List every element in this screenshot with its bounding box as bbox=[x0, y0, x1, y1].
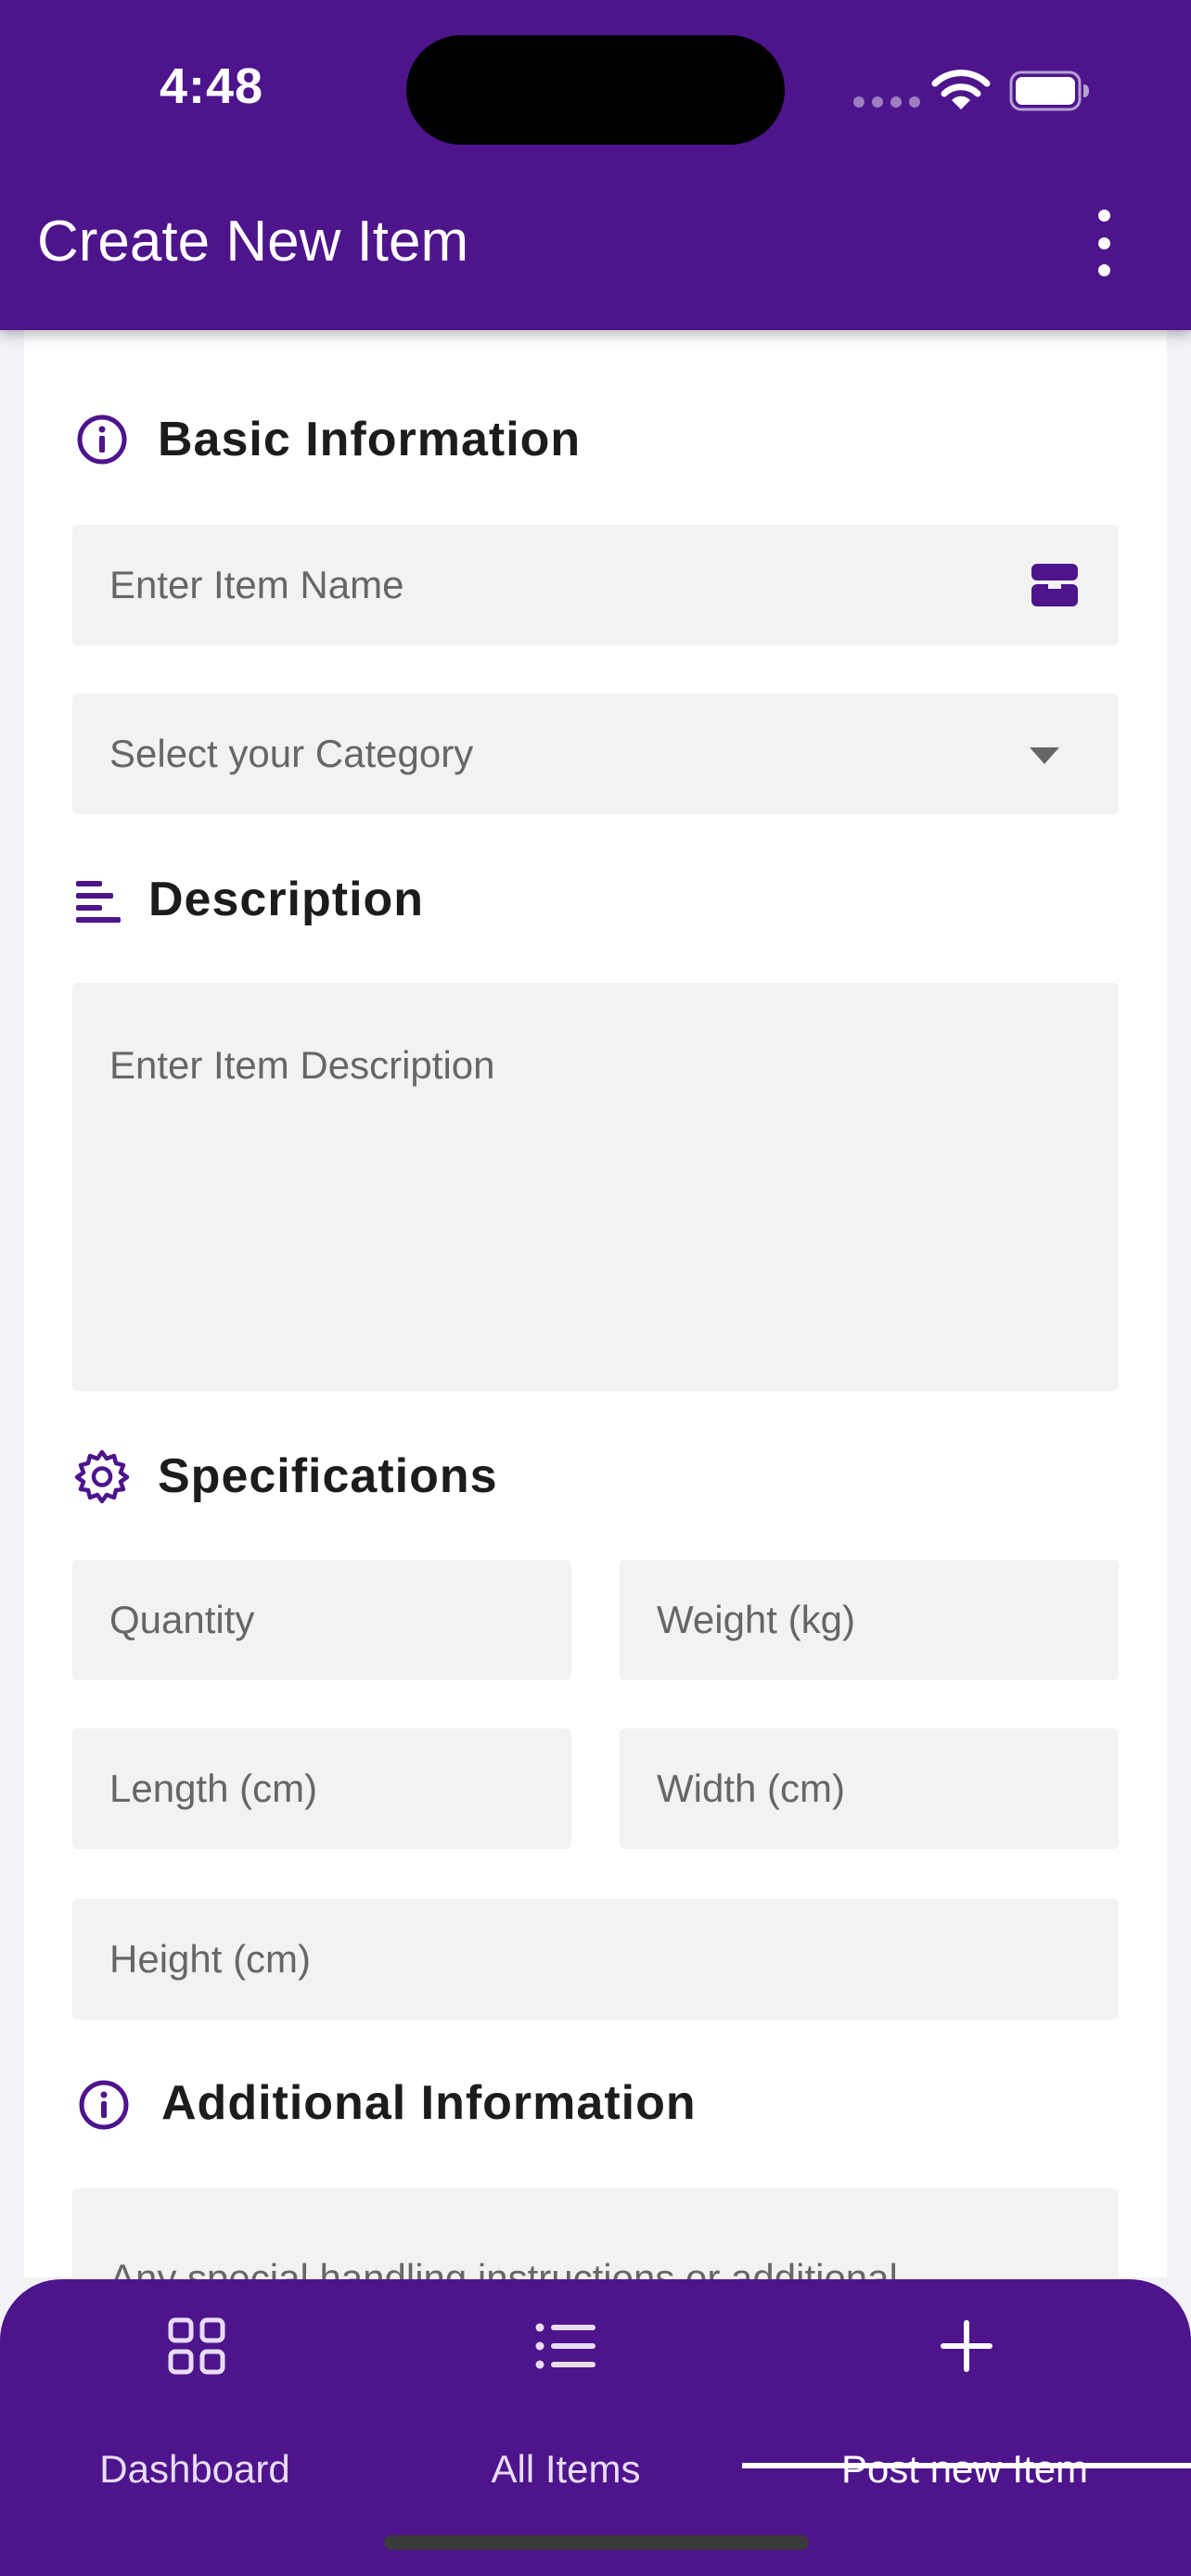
length-input[interactable]: Length (cm) bbox=[72, 1728, 571, 1849]
description-placeholder: Enter Item Description bbox=[109, 1043, 495, 1087]
additional-information-title: Additional Information bbox=[161, 2076, 697, 2130]
gear-icon bbox=[74, 1449, 130, 1504]
nav-label-post-new-item: Post new Item bbox=[840, 2447, 1089, 2491]
category-placeholder: Select your Category bbox=[109, 732, 474, 775]
length-placeholder: Length (cm) bbox=[109, 1766, 318, 1810]
box-icon bbox=[1031, 564, 1078, 606]
home-indicator bbox=[384, 2535, 809, 2550]
basic-information-title: Basic Information bbox=[158, 413, 582, 466]
nav-label-all-items: All Items bbox=[491, 2447, 641, 2491]
bottom-navigation-bar: Dashboard All Items Post new Item bbox=[0, 2279, 1191, 2576]
item-name-input[interactable]: Enter Item Name bbox=[72, 525, 1119, 645]
plus-icon bbox=[941, 2320, 992, 2372]
description-title: Description bbox=[148, 873, 425, 926]
app-header: 4:48 Create New Item bbox=[0, 0, 1191, 330]
item-name-placeholder: Enter Item Name bbox=[109, 563, 404, 606]
battery-icon bbox=[1009, 70, 1089, 111]
wifi-icon bbox=[931, 70, 991, 109]
weight-input[interactable]: Weight (kg) bbox=[620, 1560, 1119, 1680]
width-input[interactable]: Width (cm) bbox=[620, 1728, 1119, 1849]
quantity-placeholder: Quantity bbox=[109, 1598, 255, 1641]
more-vertical-icon[interactable] bbox=[1083, 210, 1124, 276]
height-input[interactable]: Height (cm) bbox=[72, 1899, 1119, 2020]
dynamic-island bbox=[406, 35, 785, 145]
list-icon bbox=[535, 2323, 596, 2369]
width-placeholder: Width (cm) bbox=[657, 1766, 845, 1810]
create-item-form: Basic Information Enter Item Name Select… bbox=[24, 330, 1167, 2411]
info-circle-icon bbox=[77, 414, 127, 465]
dropdown-arrow-icon bbox=[1030, 747, 1059, 764]
status-time: 4:48 bbox=[160, 58, 264, 114]
nav-label-dashboard: Dashboard bbox=[99, 2447, 290, 2491]
active-tab-indicator bbox=[742, 2463, 1191, 2468]
category-select[interactable]: Select your Category bbox=[72, 694, 1119, 814]
cellular-signal-icon bbox=[853, 96, 920, 108]
grid-icon bbox=[168, 2317, 225, 2375]
specifications-title: Specifications bbox=[158, 1449, 498, 1503]
weight-placeholder: Weight (kg) bbox=[657, 1598, 855, 1641]
height-placeholder: Height (cm) bbox=[109, 1937, 312, 1981]
description-textarea[interactable]: Enter Item Description bbox=[72, 983, 1119, 1391]
align-left-icon bbox=[76, 881, 121, 923]
info-circle-icon bbox=[79, 2080, 129, 2130]
quantity-input[interactable]: Quantity bbox=[72, 1560, 571, 1680]
nav-item-dashboard[interactable]: Dashboard bbox=[56, 2316, 334, 2493]
nav-item-all-items[interactable]: All Items bbox=[427, 2316, 705, 2493]
page-title: Create New Item bbox=[37, 210, 469, 274]
